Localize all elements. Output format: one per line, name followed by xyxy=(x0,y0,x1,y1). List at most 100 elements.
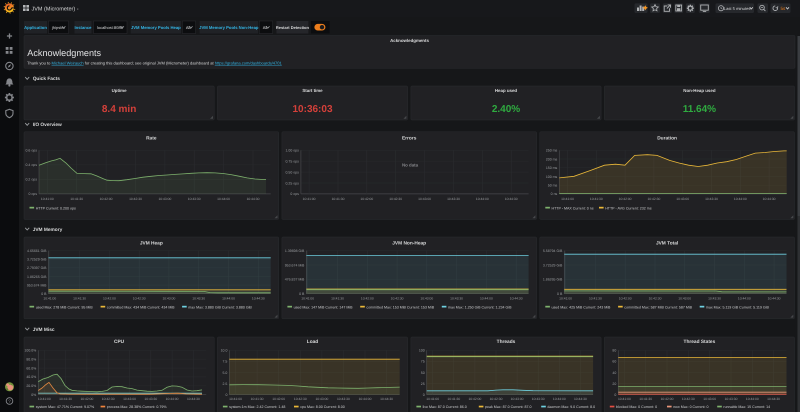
svg-text:HTTP - MAX Current: 0 ns: HTTP - MAX Current: 0 ns xyxy=(552,206,594,210)
svg-text:75: 75 xyxy=(421,360,425,364)
svg-text:0.6 ops: 0.6 ops xyxy=(26,149,38,153)
svg-text:0 B: 0 B xyxy=(557,292,563,296)
svg-text:max Max: 3.880 GiB Current:: max Max: 3.880 GiB Current: 3.880 GiB xyxy=(188,305,252,309)
svg-text:max Max: 1.250 GiB Current:: max Max: 1.250 GiB Current: 1.234 GiB xyxy=(448,305,512,309)
svg-text:40.0%: 40.0% xyxy=(26,375,36,379)
svg-text:10:42:00: 10:42:00 xyxy=(468,397,481,401)
svg-text:250 ms: 250 ms xyxy=(546,149,558,153)
svg-text:blocked Max: 0 Current: 0: blocked Max: 0 Current: 0 xyxy=(616,405,657,409)
svg-text:2.79397 GiB: 2.79397 GiB xyxy=(27,266,47,270)
svg-text:10:42:30: 10:42:30 xyxy=(682,397,695,401)
svg-text:10:42:00: 10:42:00 xyxy=(360,197,373,201)
svg-text:10:42:30: 10:42:30 xyxy=(102,397,115,401)
svg-text:10:44:30: 10:44:30 xyxy=(380,397,393,401)
svg-text:10:41:00: 10:41:00 xyxy=(618,397,631,401)
svg-text:system-1m Max: 2.42 Current:: system-1m Max: 2.42 Current: 1.48 xyxy=(229,405,285,409)
svg-text:10:43:30: 10:43:30 xyxy=(450,297,463,301)
svg-text:10:42:00: 10:42:00 xyxy=(272,397,285,401)
svg-text:localhost:8080: localhost:8080 xyxy=(97,25,124,30)
svg-text:10:44:30: 10:44:30 xyxy=(763,197,776,201)
svg-text:committed Max: 434 MiB Curre: committed Max: 434 MiB Current: 434 MiB xyxy=(107,305,175,309)
svg-text:10:42:30: 10:42:30 xyxy=(490,397,503,401)
svg-text:daemon Max: 9.0 Current: 8.0: daemon Max: 9.0 Current: 8.0 xyxy=(547,405,595,409)
svg-text:5.0: 5.0 xyxy=(223,371,228,375)
svg-text:live Max: 87.0 Current: 86.0: live Max: 87.0 Current: 86.0 xyxy=(423,405,467,409)
svg-text:Threads: Threads xyxy=(497,339,516,345)
svg-text:10:43:30: 10:43:30 xyxy=(337,397,350,401)
svg-text:runnable Max: 15 Current: 14: runnable Max: 15 Current: 14 xyxy=(723,405,770,409)
svg-text:used Max: 147 MiB Current: 1: used Max: 147 MiB Current: 147 MiB xyxy=(294,305,354,309)
svg-text:100.0%: 100.0% xyxy=(24,349,36,353)
svg-text:200 ms: 200 ms xyxy=(546,157,558,161)
svg-text:Thread States: Thread States xyxy=(684,339,716,345)
svg-text:0.4 ops: 0.4 ops xyxy=(26,163,38,167)
svg-text:committed Max: 153 MiB Curre: committed Max: 153 MiB Current: 153 MiB xyxy=(366,305,434,309)
svg-text:100 ms: 100 ms xyxy=(546,175,558,179)
svg-text:10:43:30: 10:43:30 xyxy=(532,397,545,401)
svg-text:10:44:30: 10:44:30 xyxy=(768,297,781,301)
svg-text:10:43:00: 10:43:00 xyxy=(315,397,328,401)
svg-text:used Max: 278 MiB Current: 9: used Max: 278 MiB Current: 95 MiB xyxy=(36,305,94,309)
svg-text:new Max: 0 Current: 0: new Max: 0 Current: 0 xyxy=(673,405,708,409)
svg-text:0 ops: 0 ops xyxy=(28,192,37,196)
svg-text:10:41:30: 10:41:30 xyxy=(639,397,652,401)
svg-text:10:42:00: 10:42:00 xyxy=(103,297,116,301)
svg-text:60: 60 xyxy=(612,360,616,364)
svg-text:150 ms: 150 ms xyxy=(546,166,558,170)
svg-text:10:41:30: 10:41:30 xyxy=(589,297,602,301)
svg-text:1.86265 GiB: 1.86265 GiB xyxy=(543,278,563,282)
svg-text:10:43:30: 10:43:30 xyxy=(188,197,201,201)
svg-text:11.64%: 11.64% xyxy=(683,104,716,115)
svg-text:CPU: CPU xyxy=(114,339,125,345)
svg-text:10:41:30: 10:41:30 xyxy=(332,197,345,201)
svg-text:Non-Heap used: Non-Heap used xyxy=(683,88,716,93)
svg-text:10:42:00: 10:42:00 xyxy=(80,397,93,401)
svg-text:10:43:30: 10:43:30 xyxy=(447,197,460,201)
svg-text:5.58794 GiB: 5.58794 GiB xyxy=(543,249,563,253)
svg-text:0.50 ops: 0.50 ops xyxy=(285,170,299,174)
svg-text:system Max: 47.71% Current:: system Max: 47.71% Current: 9.07% xyxy=(36,405,95,409)
svg-text:10:43:00: 10:43:00 xyxy=(703,397,716,401)
svg-text:953.674 MiB: 953.674 MiB xyxy=(27,283,47,287)
svg-text:10:41:30: 10:41:30 xyxy=(251,397,264,401)
svg-text:Thank you to Michael Weirauch: Thank you to Michael Weirauch for creati… xyxy=(27,60,283,65)
svg-text:10:41:00: 10:41:00 xyxy=(561,197,574,201)
svg-text:HTTP - AVG Current: 232 ms: HTTP - AVG Current: 232 ms xyxy=(605,206,652,210)
svg-text:10:44:00: 10:44:00 xyxy=(166,397,179,401)
svg-text:10:42:00: 10:42:00 xyxy=(100,197,113,201)
svg-text:10:41:30: 10:41:30 xyxy=(70,197,83,201)
svg-text:1.86265 GiB: 1.86265 GiB xyxy=(27,275,47,279)
svg-text:0 B: 0 B xyxy=(41,292,47,296)
svg-text:10:43:00: 10:43:00 xyxy=(420,297,433,301)
svg-text:50 ms: 50 ms xyxy=(548,184,558,188)
svg-text:10:42:30: 10:42:30 xyxy=(391,297,404,301)
svg-text:10:43:00: 10:43:00 xyxy=(123,397,136,401)
svg-text:Last 5 minutes: Last 5 minutes xyxy=(724,6,751,11)
svg-text:10:43:00: 10:43:00 xyxy=(511,397,524,401)
svg-text:10:41:30: 10:41:30 xyxy=(73,297,86,301)
svg-text:10:43:30: 10:43:30 xyxy=(705,197,718,201)
svg-text:Acknowledgments: Acknowledgments xyxy=(27,48,101,58)
svg-text:10:44:00: 10:44:00 xyxy=(217,197,230,201)
svg-text:0: 0 xyxy=(423,393,425,397)
svg-text:10:41:00: 10:41:00 xyxy=(41,197,54,201)
svg-text:80.0%: 80.0% xyxy=(26,358,36,362)
svg-text:Duration: Duration xyxy=(657,135,677,141)
svg-text:10:41:00: 10:41:00 xyxy=(38,397,51,401)
svg-text:10:44:30: 10:44:30 xyxy=(574,397,587,401)
svg-text:953.674 MiB: 953.674 MiB xyxy=(285,263,305,267)
svg-text:10:41:30: 10:41:30 xyxy=(590,197,603,201)
svg-text:10:43:30: 10:43:30 xyxy=(144,397,157,401)
svg-text:10:42:30: 10:42:30 xyxy=(647,197,660,201)
svg-text:10.0: 10.0 xyxy=(221,349,228,353)
svg-text:committed Max: 587 MiB Curre: committed Max: 587 MiB Current: 587 MiB xyxy=(624,305,692,309)
svg-text:3.72529 GiB: 3.72529 GiB xyxy=(27,258,47,262)
svg-text:25: 25 xyxy=(421,382,425,386)
svg-text:1.00 ops: 1.00 ops xyxy=(285,149,299,153)
svg-text:10:44:00: 10:44:00 xyxy=(222,297,235,301)
svg-text:5s: 5s xyxy=(781,6,787,11)
svg-text:0 B: 0 B xyxy=(299,292,305,296)
svg-text:10:43:00: 10:43:00 xyxy=(418,197,431,201)
svg-text:10:42:00: 10:42:00 xyxy=(661,397,674,401)
svg-text:used Max: 425 MiB Current: 2: used Max: 425 MiB Current: 243 MiB xyxy=(552,305,612,309)
